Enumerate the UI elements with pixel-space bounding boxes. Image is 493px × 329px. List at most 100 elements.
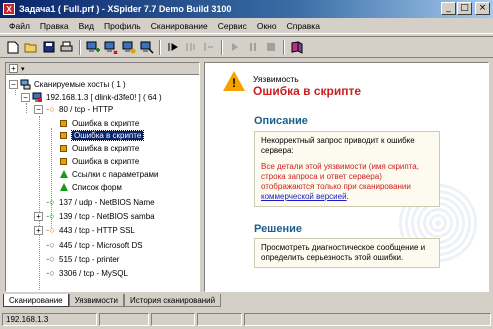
expand-toggle[interactable]: + [34, 225, 43, 235]
open-folder-icon[interactable] [22, 39, 39, 56]
menu-service[interactable]: Сервис [213, 21, 252, 31]
toolbar-separator [159, 39, 161, 55]
tree-vuln-label: Ошибка в скрипте [70, 129, 145, 141]
menu-view[interactable]: Вид [74, 21, 99, 31]
vulnerability-icon [58, 118, 69, 129]
tab-scan-history[interactable]: История сканирований [124, 294, 222, 307]
tree-info-item[interactable]: Ссылки с параметрами [58, 168, 159, 180]
tree-vuln-item[interactable]: Ошибка в скрипте [58, 117, 139, 129]
tree-info-label: Список форм [72, 182, 122, 192]
remove-host-icon[interactable] [102, 39, 119, 56]
collapse-toggle[interactable]: − [21, 92, 30, 102]
port-icon: -○ [46, 225, 55, 235]
tree-vuln-label: Ошибка в скрипте [72, 156, 140, 166]
status-host: 192.168.1.3 [2, 313, 98, 326]
step-out-icon[interactable] [200, 39, 217, 56]
vulnerability-title: Ошибка в скрипте [253, 84, 362, 98]
port-icon: -○ [46, 268, 55, 278]
port-icon: -○ [46, 211, 55, 221]
tree-root[interactable]: − Сканируемые хосты ( 1 ) [9, 78, 126, 90]
menu-help[interactable]: Справка [282, 21, 325, 31]
status-panel [244, 313, 491, 326]
menu-file[interactable]: Файл [4, 21, 35, 31]
network-icon [20, 79, 31, 90]
close-button[interactable]: × [475, 2, 490, 15]
solution-box: Просмотреть диагностическое сообщение и … [254, 238, 440, 268]
tree-menu-arrow[interactable]: ▾ [21, 65, 25, 73]
status-panel [99, 313, 149, 326]
menu-scan[interactable]: Сканирование [146, 21, 213, 31]
tree-vuln-item[interactable]: Ошибка в скрипте [58, 142, 139, 154]
tree-port-item[interactable]: + -○ 443 / tcp - HTTP SSL [34, 224, 135, 236]
tree-host[interactable]: − 192.168.1.3 [ dlink-d3fe0! ] ( 64 ) [21, 91, 162, 103]
tree-port-item[interactable]: -○ 515 / tcp - printer [45, 253, 119, 265]
description-text: Некорректный запрос приводит к ошибке се… [261, 136, 415, 155]
toolbar [0, 36, 493, 58]
xspider-app-icon[interactable]: X [3, 3, 15, 15]
tree-port-label: 137 / udp - NetBIOS Name [59, 197, 155, 207]
host-computer-icon [32, 92, 43, 103]
collapse-toggle[interactable]: − [9, 79, 18, 89]
menu-window[interactable]: Окно [252, 21, 282, 31]
tree-info-label: Ссылки с параметрами [72, 169, 159, 179]
toolbar-separator [221, 39, 223, 55]
toolbar-separator [79, 39, 81, 55]
status-panel [150, 313, 196, 326]
vulnerability-detail-panel[interactable]: ! Уязвимость Ошибка в скрипте Описание Н… [204, 62, 489, 292]
description-box: Некорректный запрос приводит к ошибке се… [254, 131, 440, 207]
tree-port-label: 139 / tcp - NetBIOS samba [59, 211, 155, 221]
tree-root-label: Сканируемые хосты ( 1 ) [34, 79, 126, 89]
port-icon: -○ [46, 240, 55, 250]
tree-port-label: 445 / tcp - Microsoft DS [59, 240, 143, 250]
port-icon: -○ [46, 197, 55, 207]
tab-vulnerabilities[interactable]: Уязвимости [68, 294, 124, 307]
print-icon[interactable] [58, 39, 75, 56]
host-tree-panel[interactable]: + ▾ − Сканируемые хосты ( 1 ) − 192.168.… [5, 62, 200, 292]
tree-port-item[interactable]: + -○ 139 / tcp - NetBIOS samba [34, 210, 155, 222]
warning-icon-mark: ! [232, 76, 236, 90]
tree-port-label: 80 / tcp - HTTP [59, 104, 114, 114]
commercial-version-link[interactable]: коммерческой версией [261, 192, 347, 201]
tree-vuln-item-selected[interactable]: Ошибка в скрипте [58, 129, 145, 141]
tab-scanning[interactable]: Сканирование [3, 294, 69, 307]
save-icon[interactable] [40, 39, 57, 56]
step-over-icon[interactable] [182, 39, 199, 56]
tree-port-label: 443 / tcp - HTTP SSL [59, 225, 135, 235]
new-file-icon[interactable] [4, 39, 21, 56]
scan-all-icon[interactable] [138, 39, 155, 56]
tree-port-item[interactable]: -○ 445 / tcp - Microsoft DS [45, 239, 143, 251]
tree-vuln-label: Ошибка в скрипте [72, 118, 140, 128]
help-book-icon[interactable] [288, 39, 305, 56]
play-icon[interactable] [226, 39, 243, 56]
demo-limitation-text: Все детали этой уязвимости (имя скрипта,… [261, 162, 419, 191]
tree-port-item[interactable]: -○ 3306 / tcp - MySQL [45, 267, 128, 279]
tree-info-item[interactable]: Список форм [58, 181, 122, 193]
step-into-icon[interactable] [164, 39, 181, 56]
toolbar-separator [283, 39, 285, 55]
menu-edit[interactable]: Правка [35, 21, 74, 31]
menu-profile[interactable]: Профиль [99, 21, 146, 31]
window-title: Задача1 ( Full.prf ) - XSpider 7.7 Demo … [19, 4, 232, 14]
stop-icon[interactable] [262, 39, 279, 56]
status-panel [197, 313, 243, 326]
menu-bar: Файл Правка Вид Профиль Сканирование Сер… [0, 19, 493, 34]
minimize-button[interactable]: _ [441, 2, 456, 15]
description-end: . [346, 192, 349, 201]
scan-host-icon[interactable] [120, 39, 137, 56]
add-host-icon[interactable] [84, 39, 101, 56]
vulnerability-icon [58, 156, 69, 167]
expand-toggle[interactable]: + [34, 211, 43, 221]
tree-vuln-item[interactable]: Ошибка в скрипте [58, 155, 139, 167]
tree-port-item[interactable]: -○ 137 / udp - NetBIOS Name [45, 196, 155, 208]
expand-all-button[interactable]: + [9, 64, 18, 73]
tree-port-label: 515 / tcp - printer [59, 254, 120, 264]
vulnerability-icon [58, 130, 69, 141]
info-triangle-icon [58, 169, 69, 180]
collapse-toggle[interactable]: − [34, 104, 43, 114]
maximize-button[interactable]: □ [457, 2, 472, 15]
pause-icon[interactable] [244, 39, 261, 56]
view-tabs: Сканирование Уязвимости История сканиров… [3, 294, 222, 308]
port-icon: -○ [46, 104, 55, 114]
tree-port-http[interactable]: − -○ 80 / tcp - HTTP [34, 103, 113, 115]
status-bar: 192.168.1.3 [0, 312, 493, 327]
